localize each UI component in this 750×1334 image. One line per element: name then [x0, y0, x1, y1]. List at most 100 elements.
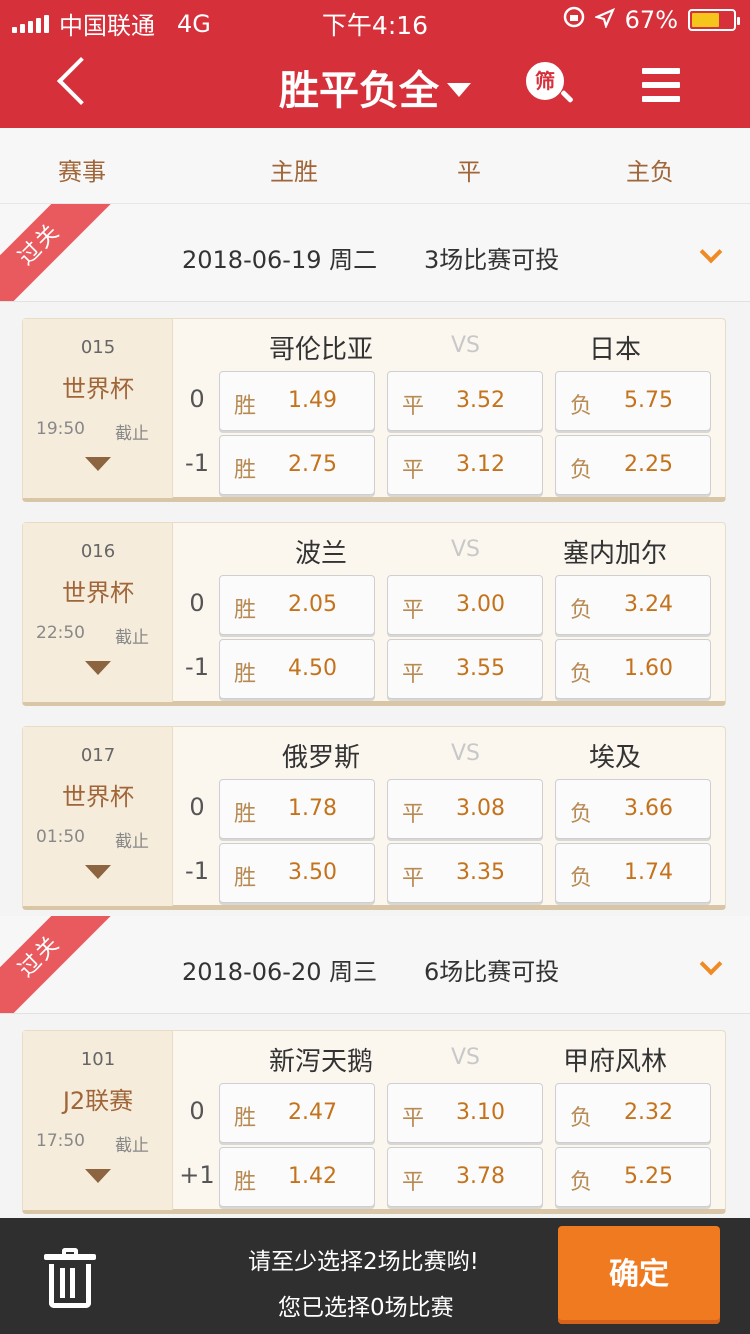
odds-label: 负 [570, 458, 593, 483]
odds-win-button[interactable]: 胜 2.75 [219, 435, 375, 495]
location-icon [593, 6, 615, 34]
col-draw: 平 [457, 158, 481, 186]
expand-triangle-icon[interactable] [85, 1169, 111, 1183]
match-info[interactable]: 016 世界杯 22:50 截止 [23, 523, 173, 702]
odds-label: 平 [402, 458, 425, 483]
odds-lose-button[interactable]: 负 3.24 [555, 575, 711, 635]
away-team: 日本 [588, 335, 641, 365]
odds-lose-button[interactable]: 负 5.25 [555, 1147, 711, 1207]
odds-value: 1.42 [288, 1164, 337, 1189]
odds-lose-button[interactable]: 负 1.60 [555, 639, 711, 699]
expand-triangle-icon[interactable] [85, 865, 111, 879]
nav-bar: 胜平负全 筛 [0, 40, 750, 128]
odds-lose-button[interactable]: 负 1.74 [555, 843, 711, 903]
match-card: 101 J2联赛 17:50 截止 新泻天鹅 VS 甲府风林 0 胜 2.47 平 3.10 负 2.32… [22, 1030, 726, 1214]
menu-icon[interactable] [642, 68, 680, 102]
odds-value: 1.60 [624, 656, 673, 681]
match-card: 017 世界杯 01:50 截止 俄罗斯 VS 埃及 0 胜 1.78 平 3.08 负 3.66 -1 胜 3… [22, 726, 726, 910]
match-info[interactable]: 017 世界杯 01:50 截止 [23, 727, 173, 906]
away-team: 甲府风林 [562, 1047, 667, 1077]
odds-label: 负 [570, 866, 593, 891]
caret-down-icon [447, 83, 471, 97]
handicap-value: 0 [189, 1097, 205, 1125]
deadline-time: 17:50 [36, 1131, 85, 1151]
odds-label: 负 [570, 1106, 593, 1131]
odds-draw-button[interactable]: 平 3.00 [387, 575, 543, 635]
match-card: 016 世界杯 22:50 截止 波兰 VS 塞内加尔 0 胜 2.05 平 3.00 负 3.24 -1 胜… [22, 522, 726, 706]
league-name: 世界杯 [62, 783, 134, 811]
odds-label: 胜 [234, 598, 257, 623]
parlay-ribbon: 过关 [0, 204, 126, 301]
handicap-value: -1 [185, 653, 209, 681]
chevron-down-icon[interactable] [699, 240, 723, 264]
odds-win-button[interactable]: 胜 1.42 [219, 1147, 375, 1207]
home-team: 波兰 [294, 539, 347, 569]
odds-draw-button[interactable]: 平 3.08 [387, 779, 543, 839]
match-info[interactable]: 101 J2联赛 17:50 截止 [23, 1031, 173, 1210]
deadline-time: 22:50 [36, 623, 85, 643]
odds-value: 1.74 [624, 860, 673, 885]
odds-value: 1.49 [288, 388, 337, 413]
odds-value: 1.78 [288, 796, 337, 821]
odds-label: 负 [570, 394, 593, 419]
expand-triangle-icon[interactable] [85, 457, 111, 471]
odds-value: 3.24 [624, 592, 673, 617]
league-name: 世界杯 [62, 579, 134, 607]
vs-label: VS [451, 741, 481, 766]
odds-label: 负 [570, 1170, 593, 1195]
selection-hint: 请至少选择2场比赛哟! [248, 1249, 479, 1275]
odds-value: 3.00 [456, 592, 505, 617]
odds-win-button[interactable]: 胜 1.78 [219, 779, 375, 839]
odds-win-button[interactable]: 胜 2.47 [219, 1083, 375, 1143]
odds-win-button[interactable]: 胜 1.49 [219, 371, 375, 431]
handicap-value: -1 [185, 449, 209, 477]
odds-lose-button[interactable]: 负 2.32 [555, 1083, 711, 1143]
odds-label: 胜 [234, 802, 257, 827]
odds-win-button[interactable]: 胜 4.50 [219, 639, 375, 699]
odds-value: 3.10 [456, 1100, 505, 1125]
odds-value: 3.50 [288, 860, 337, 885]
col-event: 赛事 [58, 158, 106, 186]
odds-lose-button[interactable]: 负 2.25 [555, 435, 711, 495]
odds-draw-button[interactable]: 平 3.35 [387, 843, 543, 903]
odds-lose-button[interactable]: 负 3.66 [555, 779, 711, 839]
date-group-header[interactable]: 过关 2018-06-19 周二 3场比赛可投 [0, 204, 750, 302]
magnifier-handle [560, 89, 574, 104]
odds-draw-button[interactable]: 平 3.12 [387, 435, 543, 495]
odds-value: 5.75 [624, 388, 673, 413]
vs-label: VS [451, 537, 481, 562]
chevron-down-icon[interactable] [699, 952, 723, 976]
page-title: 胜平负全 [279, 68, 439, 114]
odds-label: 负 [570, 802, 593, 827]
filter-search-button[interactable]: 筛 [526, 62, 574, 108]
odds-label: 平 [402, 394, 425, 419]
odds-label: 负 [570, 598, 593, 623]
odds-value: 3.78 [456, 1164, 505, 1189]
away-team: 埃及 [588, 743, 641, 773]
odds-value: 2.75 [288, 452, 337, 477]
odds-draw-button[interactable]: 平 3.78 [387, 1147, 543, 1207]
battery-percent: 67% [624, 6, 678, 34]
date-group-header[interactable]: 过关 2018-06-20 周三 6场比赛可投 [0, 916, 750, 1014]
odds-win-button[interactable]: 胜 3.50 [219, 843, 375, 903]
odds-lose-button[interactable]: 负 5.75 [555, 371, 711, 431]
odds-label: 平 [402, 1106, 425, 1131]
odds-label: 胜 [234, 662, 257, 687]
away-team: 塞内加尔 [562, 539, 667, 569]
match-info[interactable]: 015 世界杯 19:50 截止 [23, 319, 173, 498]
odds-win-button[interactable]: 胜 2.05 [219, 575, 375, 635]
confirm-button[interactable]: 确定 [558, 1226, 720, 1324]
match-number: 016 [80, 541, 116, 562]
odds-label: 胜 [234, 394, 257, 419]
odds-value: 3.12 [456, 452, 505, 477]
home-team: 哥伦比亚 [268, 335, 373, 365]
odds-draw-button[interactable]: 平 3.52 [387, 371, 543, 431]
odds-draw-button[interactable]: 平 3.55 [387, 639, 543, 699]
expand-triangle-icon[interactable] [85, 661, 111, 675]
odds-label: 平 [402, 866, 425, 891]
title-dropdown[interactable]: 胜平负全 [0, 58, 750, 116]
column-header: 赛事 主胜 平 主负 [0, 128, 750, 204]
trash-icon[interactable] [44, 1248, 96, 1308]
odds-draw-button[interactable]: 平 3.10 [387, 1083, 543, 1143]
odds-label: 平 [402, 662, 425, 687]
